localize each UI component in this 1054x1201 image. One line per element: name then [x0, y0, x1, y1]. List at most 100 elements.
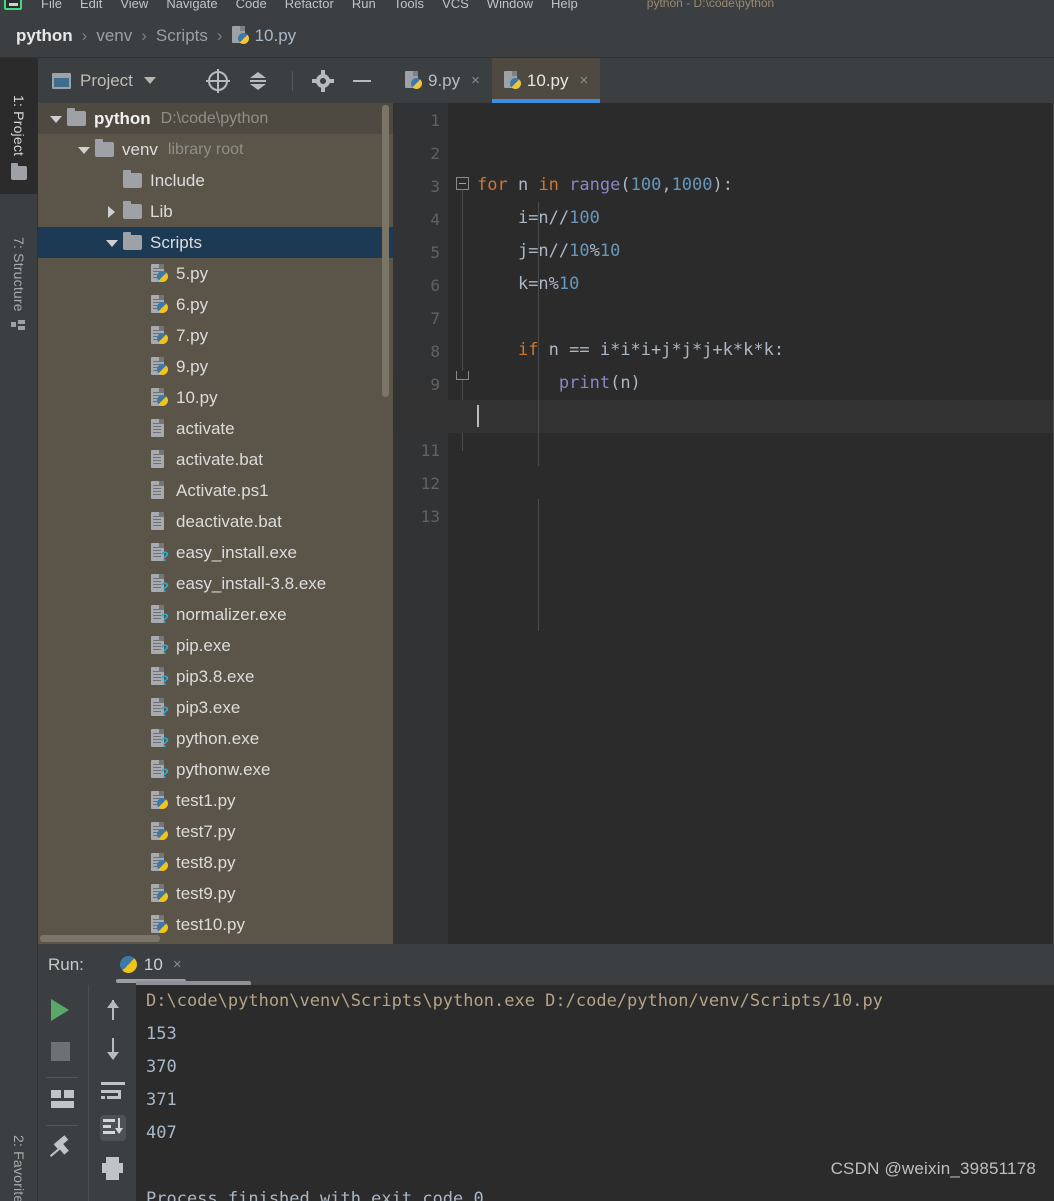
tree-item-pip3-exe[interactable]: ? pip3.exe — [38, 692, 393, 723]
editor-tab-label: 10.py — [526, 70, 569, 90]
tree-item-6-py[interactable]: 6.py — [38, 289, 393, 320]
minimize-icon[interactable] — [352, 71, 373, 91]
tree-item-label: test9.py — [176, 883, 236, 903]
tree-item-label: pip3.exe — [176, 697, 241, 717]
tree-item-test8-py[interactable]: test8.py — [38, 847, 393, 878]
chevron-down-icon[interactable] — [104, 235, 119, 250]
tree-item-lib[interactable]: Lib — [38, 196, 393, 227]
tree-item-scripts[interactable]: Scripts — [38, 227, 393, 258]
tree-vertical-scrollbar[interactable] — [382, 105, 389, 397]
breadcrumb-item-scripts[interactable]: Scripts — [156, 26, 208, 46]
tree-item-pip-exe[interactable]: ? pip.exe — [38, 630, 393, 661]
run-configuration-tab[interactable]: 10 × — [112, 944, 190, 985]
breadcrumb-item-file[interactable]: 10.py — [255, 26, 297, 46]
tree-item-activate-bat[interactable]: activate.bat — [38, 444, 393, 475]
line-number: 5 — [430, 243, 440, 262]
tree-item-easy-install-exe[interactable]: ? easy_install.exe — [38, 537, 393, 568]
breadcrumb-item-venv[interactable]: venv — [96, 26, 132, 46]
fold-collapse-icon[interactable] — [456, 177, 469, 190]
layout-icon[interactable] — [51, 1090, 75, 1108]
text-file-icon — [151, 450, 168, 469]
tree-item-test7-py[interactable]: test7.py — [38, 816, 393, 847]
tree-item-9-py[interactable]: 9.py — [38, 351, 393, 382]
editor-gutter[interactable]: 12345678910111213 — [393, 103, 448, 944]
tree-item-label: Lib — [150, 201, 173, 221]
chevron-down-icon[interactable] — [143, 77, 156, 84]
tree-item-5-py[interactable]: 5.py — [38, 258, 393, 289]
tree-item-normalizer-exe[interactable]: ? normalizer.exe — [38, 599, 393, 630]
stop-icon[interactable] — [51, 1042, 70, 1061]
menu-item-window[interactable]: Window — [478, 0, 542, 11]
tree-item-10-py[interactable]: 10.py — [38, 382, 393, 413]
tree-item-pythonw-exe[interactable]: ? pythonw.exe — [38, 754, 393, 785]
editor-tab-10py[interactable]: 10.py × — [491, 58, 601, 103]
code-line-9: print(n) — [477, 367, 641, 400]
tree-item-test1-py[interactable]: test1.py — [38, 785, 393, 816]
menu-item-vcs[interactable]: VCS — [433, 0, 478, 11]
menu-item-navigate[interactable]: Navigate — [157, 0, 226, 11]
project-panel-title-group[interactable]: Project — [52, 71, 156, 91]
code-token: i=n// — [477, 208, 570, 228]
soft-wrap-icon[interactable] — [100, 1080, 126, 1106]
chevron-right-icon[interactable] — [104, 204, 119, 219]
print-icon[interactable] — [100, 1157, 126, 1183]
menu-item-run[interactable]: Run — [343, 0, 385, 11]
toolbar-divider — [46, 1125, 78, 1126]
menu-item-refactor[interactable]: Refactor — [276, 0, 343, 11]
down-arrow-icon[interactable] — [100, 1037, 126, 1063]
sidebar-tab-favorites[interactable]: 2: Favorites — [0, 1108, 38, 1201]
tree-horizontal-scrollbar[interactable] — [40, 935, 160, 942]
chevron-down-icon[interactable] — [76, 142, 91, 157]
menu-item-code[interactable]: Code — [227, 0, 276, 11]
tree-item-python[interactable]: python D:\code\python — [38, 103, 393, 134]
line-number: 6 — [430, 276, 440, 295]
menu-item-file[interactable]: File — [32, 0, 71, 11]
breadcrumb-item-python[interactable]: python — [16, 26, 73, 46]
menu-item-edit[interactable]: Edit — [71, 0, 111, 11]
code-folding-column[interactable] — [448, 103, 477, 944]
text-file-icon — [151, 512, 168, 531]
chevron-down-icon[interactable] — [48, 111, 63, 126]
tree-item-test9-py[interactable]: test9.py — [38, 878, 393, 909]
menu-item-view[interactable]: View — [111, 0, 157, 11]
run-icon[interactable] — [51, 999, 69, 1021]
tree-item-include[interactable]: Include — [38, 165, 393, 196]
tree-item-activate[interactable]: activate — [38, 413, 393, 444]
tree-item-label: normalizer.exe — [176, 604, 287, 624]
close-icon[interactable]: × — [173, 956, 182, 973]
code-token: 1000 — [671, 175, 713, 195]
tree-item-python-exe[interactable]: ? python.exe — [38, 723, 393, 754]
folder-icon — [95, 139, 114, 157]
code-token: 10 — [558, 274, 580, 294]
project-tree[interactable]: python D:\code\python venv library root Incl… — [38, 103, 393, 944]
collapse-all-icon[interactable] — [248, 71, 268, 91]
tree-item-easy-install-3-8-exe[interactable]: ? easy_install-3.8.exe — [38, 568, 393, 599]
tree-item-activate-ps1[interactable]: Activate.ps1 — [38, 475, 393, 506]
python-file-icon — [151, 388, 168, 407]
menu-item-help[interactable]: Help — [542, 0, 587, 11]
code-editor[interactable]: for n in range(100,1000): i=n//100 j=n//… — [393, 103, 1054, 944]
editor-tab-9py[interactable]: 9.py × — [393, 58, 492, 103]
code-token: 10 — [599, 241, 621, 261]
python-file-icon — [503, 71, 521, 90]
up-arrow-icon[interactable] — [100, 997, 126, 1023]
close-icon[interactable]: × — [471, 72, 480, 89]
tree-item-venv[interactable]: venv library root — [38, 134, 393, 165]
tree-item-7-py[interactable]: 7.py — [38, 320, 393, 351]
settings-gear-icon[interactable] — [311, 69, 334, 92]
scroll-to-end-icon[interactable] — [100, 1115, 126, 1141]
tree-item-deactivate-bat[interactable]: deactivate.bat — [38, 506, 393, 537]
tree-item-pip3-8-exe[interactable]: ? pip3.8.exe — [38, 661, 393, 692]
watermark-text: CSDN @weixin_39851178 — [830, 1159, 1036, 1178]
locate-target-icon[interactable] — [205, 68, 230, 93]
close-icon[interactable]: × — [580, 72, 589, 89]
menu-item-tools[interactable]: Tools — [385, 0, 433, 11]
fold-end-icon[interactable] — [456, 371, 469, 380]
